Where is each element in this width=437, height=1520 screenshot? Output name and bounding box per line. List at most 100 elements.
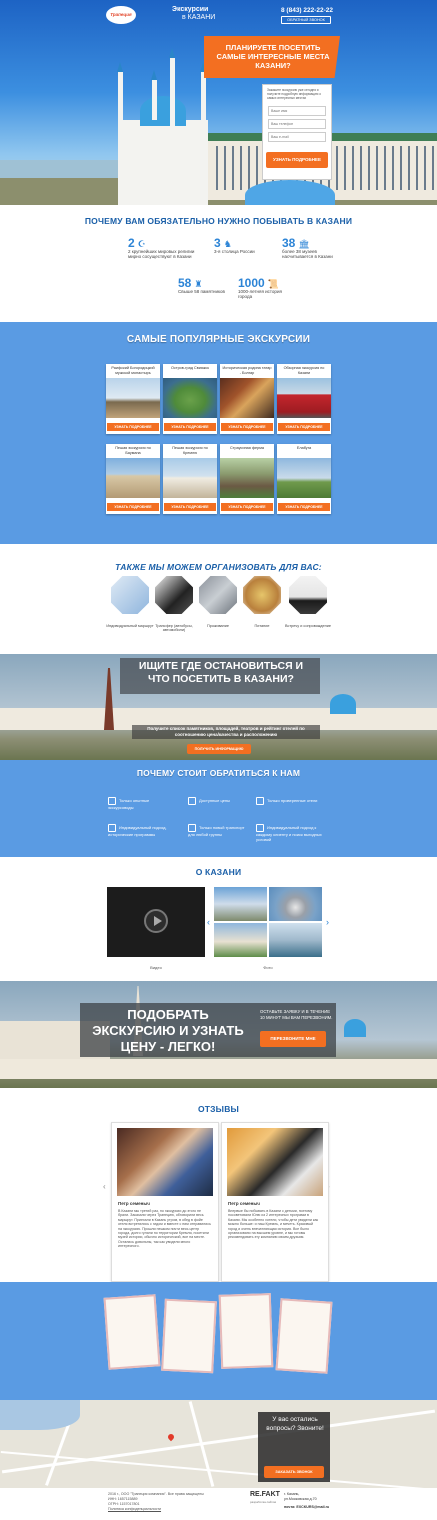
play-icon[interactable]: [144, 909, 168, 933]
stat-text: 1000-летняя история города: [238, 288, 282, 300]
tour-image: [220, 458, 274, 498]
stat-text: 2 крупнейших мировых религии мирно сосущ…: [128, 248, 195, 260]
org-label: Встречу и сопровождение: [285, 624, 331, 628]
footer-address-2: ул.Московская д.70: [284, 1497, 317, 1501]
name-input[interactable]: [268, 106, 326, 116]
video-label[interactable]: Видео: [107, 965, 205, 970]
org-label: Индивидуальный маршрут: [106, 624, 154, 628]
photo-grid[interactable]: [214, 887, 322, 957]
tour-details-button[interactable]: УЗНАТЬ ПОДРОБНЕЕ: [164, 503, 216, 511]
call-me-button[interactable]: ПЕРЕЗВОНИТЕ МНЕ: [260, 1031, 326, 1047]
tour-card[interactable]: Пешая экскурсия по Баумана УЗНАТЬ ПОДРОБ…: [106, 444, 160, 514]
hotel-icon: [199, 576, 237, 614]
tour-title: Страусиная ферма: [230, 446, 264, 450]
certificate[interactable]: [161, 1298, 217, 1374]
footer: 2016 г., ООО "Трапеция компания". Все пр…: [0, 1488, 437, 1520]
certificate[interactable]: [275, 1298, 333, 1374]
minaret-4: [200, 62, 206, 192]
tour-details-button[interactable]: УЗНАТЬ ПОДРОБНЕЕ: [278, 423, 330, 431]
benefit-item: Только опытные экскурсоводы: [108, 797, 172, 810]
tour-details-button[interactable]: УЗНАТЬ ПОДРОБНЕЕ: [107, 423, 159, 431]
header-phone[interactable]: 8 (843) 222-22-22: [281, 7, 333, 14]
photo-thumb[interactable]: [214, 923, 267, 957]
tour-image: [277, 378, 331, 418]
tour-card[interactable]: Раифский Богородицкий мужской монастырь …: [106, 364, 160, 434]
mosque-small: [344, 1019, 366, 1037]
stat-text: Свыше 58 памятников: [178, 288, 225, 294]
review-card: Петр семеныч В Казани мы третий раз, но …: [111, 1122, 219, 1282]
photo-next-icon[interactable]: ›: [326, 917, 329, 927]
benefit-item: Только новый транспорт для любой группы: [188, 824, 252, 837]
reviews-prev-icon[interactable]: ‹: [103, 1182, 106, 1191]
guide-icon: [108, 797, 116, 805]
mosque-small: [330, 694, 356, 714]
logo[interactable]: Трапеция: [106, 6, 136, 24]
phone-input[interactable]: [268, 119, 326, 129]
footer-email[interactable]: почта: EXCKURS@mail.ru: [284, 1505, 329, 1510]
brand-line1: Экскурсии: [172, 6, 209, 13]
mosque-icon: ☪: [137, 239, 146, 249]
review-text: Впервые бы побывать в Казани с детьми, п…: [228, 1209, 319, 1240]
about-section: О КАЗАНИ Видео ‹ › Фото: [0, 857, 437, 981]
stat-number: 2: [128, 236, 135, 250]
tour-card[interactable]: Страусиная ферма УЗНАТЬ ПОДРОБНЕЕ: [220, 444, 274, 514]
tour-details-button[interactable]: УЗНАТЬ ПОДРОБНЕЕ: [107, 503, 159, 511]
tour-card[interactable]: Обзорная экскурсия по Казани УЗНАТЬ ПОДР…: [277, 364, 331, 434]
hero-submit-button[interactable]: УЗНАТЬ ПОДРОБНЕЕ: [266, 152, 328, 168]
video-player[interactable]: [107, 887, 205, 957]
map-water: [0, 1400, 80, 1430]
tour-details-button[interactable]: УЗНАТЬ ПОДРОБНЕЕ: [164, 423, 216, 431]
tour-title: Раифский Богородицкий мужской монастырь: [111, 366, 155, 375]
benefit-text: Доступные цены: [199, 798, 230, 804]
benefits-section: ПОЧЕМУ СТОИТ ОБРАТИТЬСЯ К НАМ Только опы…: [0, 760, 437, 857]
minaret-2: [169, 48, 175, 188]
tour-title: Пешая экскурсия по Баумана: [115, 446, 151, 455]
stat-number: 1000: [238, 276, 265, 290]
tour-title: Елабуга: [296, 446, 312, 450]
tour-details-button[interactable]: УЗНАТЬ ПОДРОБНЕЕ: [278, 503, 330, 511]
why-title: ПОЧЕМУ ВАМ ОБЯЗАТЕЛЬНО НУЖНО ПОБЫВАТЬ В …: [84, 216, 353, 226]
certificates-section: [0, 1282, 437, 1400]
tour-details-button[interactable]: УЗНАТЬ ПОДРОБНЕЕ: [221, 423, 273, 431]
certificate[interactable]: [218, 1293, 274, 1369]
photo-thumb[interactable]: [269, 887, 322, 921]
tour-card[interactable]: Елабуга УЗНАТЬ ПОДРОБНЕЕ: [277, 444, 331, 514]
tours-title: САМЫЕ ПОПУЛЯРНЫЕ ЭКСКУРСИИ: [126, 334, 311, 345]
callback-button[interactable]: ОБРАТНЫЙ ЗВОНОК: [281, 16, 331, 24]
stat-number: 38: [282, 236, 296, 250]
photo-label[interactable]: Фото: [214, 965, 322, 970]
brand-line2: в КАЗАНИ: [182, 14, 216, 21]
photo-thumb[interactable]: [269, 923, 322, 957]
price-section: ПОДОБРАТЬ ЭКСКУРСИЮ И УЗНАТЬ ЦЕНУ - ЛЕГК…: [0, 981, 437, 1088]
tour-card[interactable]: Остров-град Свияжск УЗНАТЬ ПОДРОБНЕЕ: [163, 364, 217, 434]
bus-icon: [155, 576, 193, 614]
about-title: О КАЗАНИ: [195, 867, 242, 877]
hero-form-text: Закажите экскурсию уже сегодня и получит…: [267, 88, 322, 100]
museum-icon: 🏛: [298, 239, 310, 249]
tours-section: САМЫЕ ПОПУЛЯРНЫЕ ЭКСКУРСИИ Раифский Бого…: [0, 322, 437, 544]
tower-icon: [104, 668, 114, 730]
certificate[interactable]: [103, 1294, 161, 1370]
price-headline: ПОДОБРАТЬ ЭКСКУРСИЮ И УЗНАТЬ ЦЕНУ - ЛЕГК…: [92, 1007, 244, 1054]
photo-prev-icon[interactable]: ‹: [207, 917, 210, 927]
tour-card[interactable]: Пешая экскурсия по Кремлю УЗНАТЬ ПОДРОБН…: [163, 444, 217, 514]
kremlin-wall: [0, 1059, 437, 1079]
find-sub: Получите список памятников, площадей, те…: [147, 726, 305, 737]
tour-title: Историческая родина татар - Болгар: [222, 366, 272, 375]
car-icon: [289, 576, 327, 614]
benefit-item: Индивидуальный подход, исторические прог…: [108, 824, 180, 837]
tour-details-button[interactable]: УЗНАТЬ ПОДРОБНЕЕ: [221, 503, 273, 511]
benefit-text: Индивидуальный подход, исторические прог…: [108, 825, 167, 837]
dev-logo[interactable]: RE.FAKT: [250, 1491, 280, 1498]
email-input[interactable]: [268, 132, 326, 142]
privacy-policy-link[interactable]: Политика конфиденциальности: [108, 1507, 161, 1512]
order-call-button[interactable]: ЗАКАЗАТЬ ЗВОНОК: [264, 1466, 324, 1478]
reviews-section: ОТЗЫВЫ ‹ › Петр семеныч В Казани мы трет…: [0, 1088, 437, 1282]
get-info-button[interactable]: ПОЛУЧИТЬ ИНФОРМАЦИЮ: [187, 744, 251, 754]
price-icon: [188, 797, 196, 805]
map-section[interactable]: У вас остались вопросы? Звоните! ЗАКАЗАТ…: [0, 1400, 437, 1488]
stat-capital: 3 ♞ 3-я столица России: [214, 237, 268, 254]
photo-thumb[interactable]: [214, 887, 267, 921]
price-text: ОСТАВЬТЕ ЗАЯВКУ И В ТЕЧЕНИЕ 10 МИНУТ МЫ …: [260, 1009, 333, 1020]
tour-card[interactable]: Историческая родина татар - Болгар УЗНАТ…: [220, 364, 274, 434]
